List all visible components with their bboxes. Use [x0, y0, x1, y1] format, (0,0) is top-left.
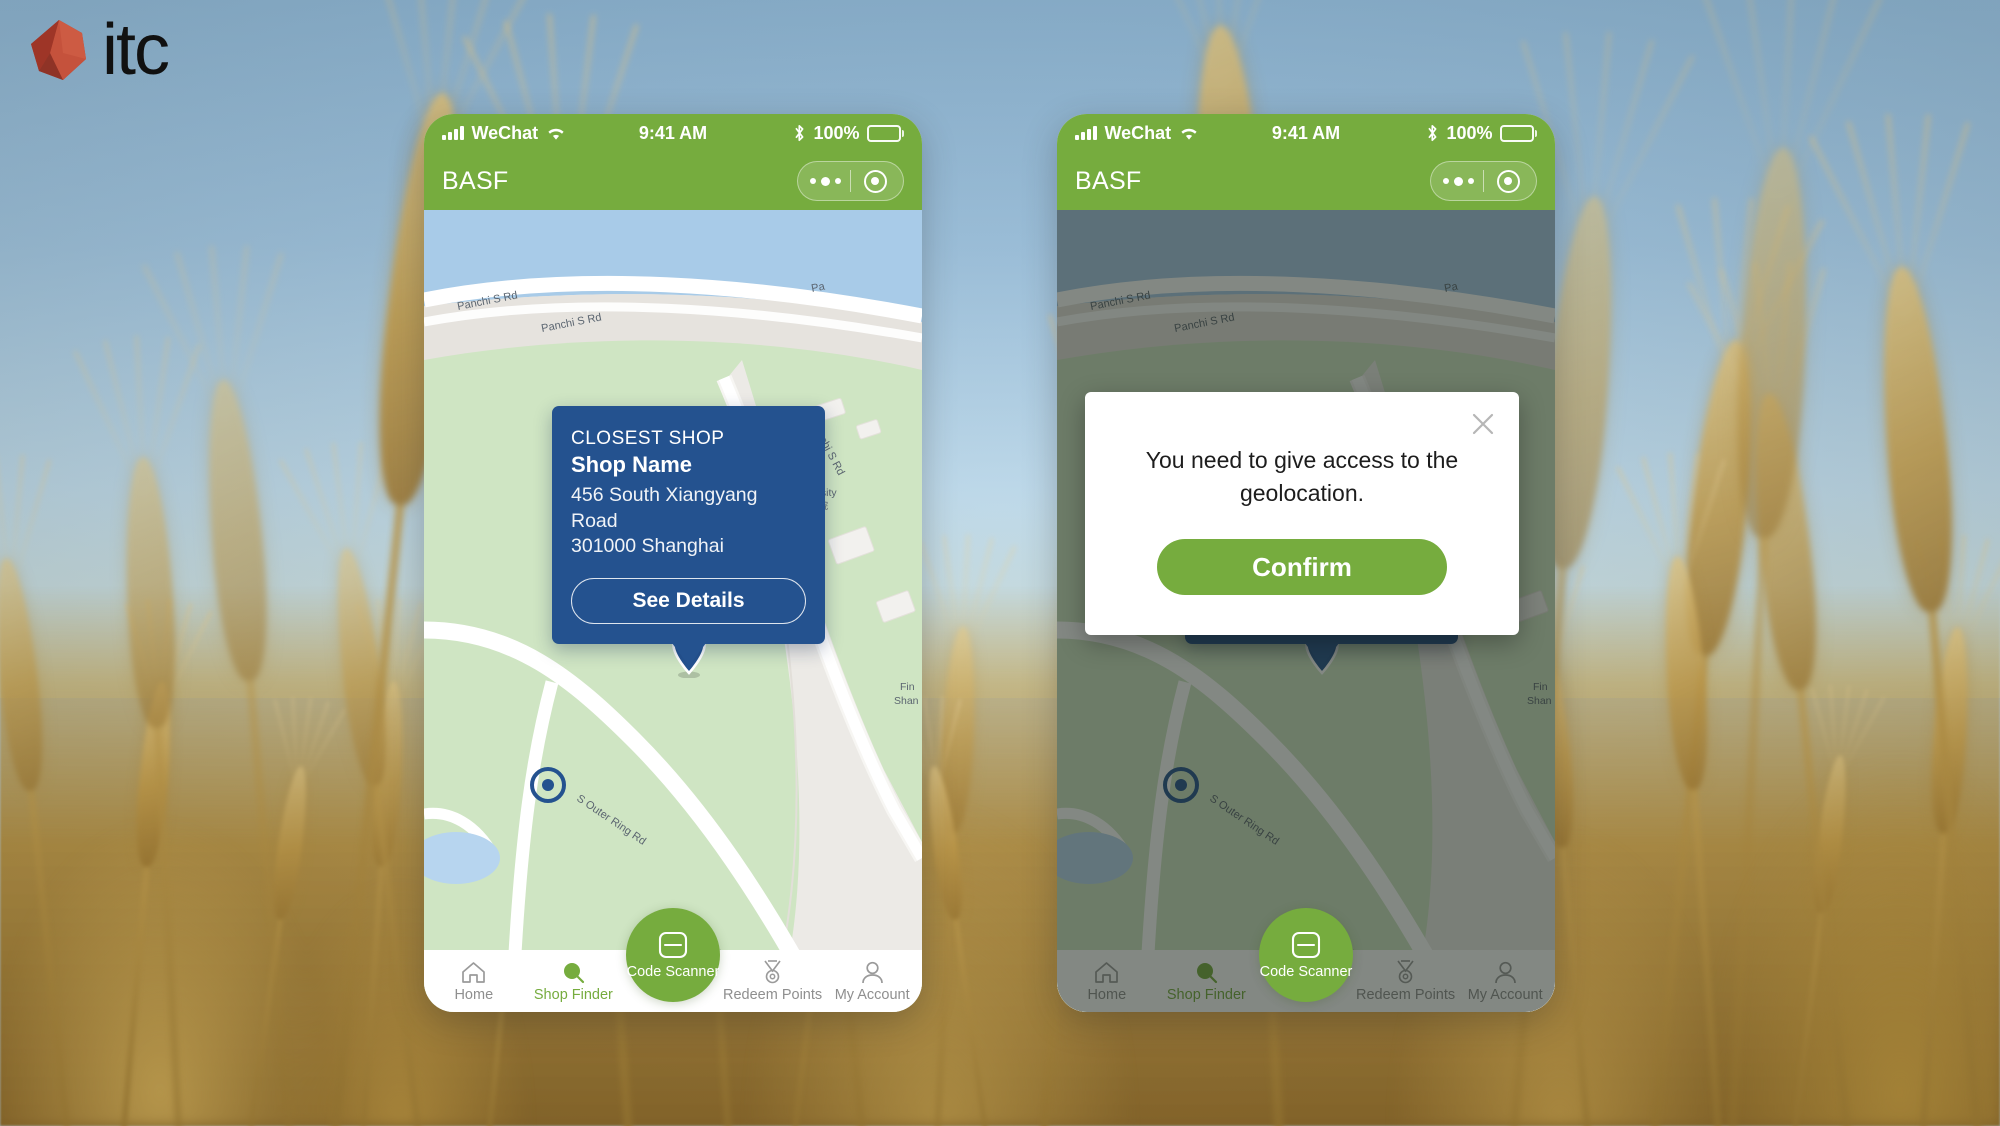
- search-pin-icon: [561, 959, 586, 984]
- itc-logo: itc: [30, 14, 168, 86]
- app-title: BASF: [442, 167, 509, 196]
- close-miniapp-button[interactable]: [1484, 161, 1532, 201]
- background-photo: [0, 0, 2000, 1126]
- ellipsis-icon: [810, 177, 841, 186]
- closest-shop-card: CLOSEST SHOP Shop Name 456 South Xiangya…: [552, 406, 825, 644]
- vignette-layer: [0, 0, 2000, 1126]
- see-details-button[interactable]: See Details: [571, 578, 806, 624]
- card-kicker: CLOSEST SHOP: [571, 428, 806, 450]
- close-x-icon[interactable]: [1469, 410, 1497, 438]
- card-shop-name: Shop Name: [571, 452, 806, 478]
- current-location-icon[interactable]: [529, 766, 567, 804]
- status-bar-right: 100%: [793, 123, 904, 144]
- map-canvas[interactable]: Panchi S Rd Panchi S Rd Pa Panchi S Rd S…: [424, 210, 922, 1012]
- battery-percent-label: 100%: [813, 123, 859, 144]
- tab-redeem-points-label: Redeem Points: [723, 987, 822, 1003]
- tab-redeem-points[interactable]: Redeem Points: [723, 950, 823, 1012]
- more-menu-button[interactable]: [1435, 161, 1483, 201]
- bluetooth-icon: [793, 124, 806, 142]
- carrier-label: WeChat: [472, 123, 539, 144]
- status-bar-left: WeChat: [442, 123, 566, 144]
- battery-full-icon: [867, 125, 905, 142]
- status-bar: WeChat 9:41 AM 100%: [1057, 114, 1555, 152]
- status-bar-right: 100%: [1426, 123, 1537, 144]
- app-navbar: BASF: [1057, 152, 1555, 210]
- code-scanner-button[interactable]: Code Scanner: [1259, 908, 1353, 1002]
- tab-home[interactable]: Home: [424, 950, 524, 1012]
- target-circle-icon: [864, 170, 887, 193]
- target-circle-icon: [1497, 170, 1520, 193]
- tab-home-label: Home: [454, 987, 493, 1003]
- itc-wordmark: itc: [102, 14, 168, 86]
- tab-shop-finder-label: Shop Finder: [534, 987, 613, 1003]
- barcode-scan-icon: [657, 930, 689, 960]
- signal-bars-icon: [1075, 126, 1097, 140]
- card-address-line-2: 301000 Shanghai: [571, 534, 806, 560]
- polygon-gem-icon: [30, 19, 88, 81]
- wechat-capsule: [797, 161, 905, 201]
- phone-geolocation-permission: WeChat 9:41 AM 100% BASF You need to giv…: [1057, 114, 1555, 1012]
- wifi-icon: [1179, 126, 1199, 141]
- code-scanner-label: Code Scanner: [627, 964, 720, 980]
- card-address-line-1: 456 South Xiangyang Road: [571, 483, 806, 534]
- barcode-scan-icon: [1290, 930, 1322, 960]
- modal-message: You need to give access to the geolocati…: [1135, 444, 1469, 509]
- status-bar: WeChat 9:41 AM 100%: [424, 114, 922, 152]
- wechat-capsule: [1430, 161, 1538, 201]
- bluetooth-icon: [1426, 124, 1439, 142]
- home-icon: [461, 959, 486, 984]
- ellipsis-icon: [1443, 177, 1474, 186]
- medal-icon: [760, 959, 785, 984]
- phone-shop-finder: WeChat 9:41 AM 100% BASF Panchi S Rd Pan…: [424, 114, 922, 1012]
- person-icon: [860, 959, 885, 984]
- map-place-label: Shan: [894, 695, 919, 707]
- confirm-button[interactable]: Confirm: [1157, 539, 1447, 595]
- battery-percent-label: 100%: [1446, 123, 1492, 144]
- app-title: BASF: [1075, 167, 1142, 196]
- tab-my-account-label: My Account: [835, 987, 910, 1003]
- app-navbar: BASF: [424, 152, 922, 210]
- tab-my-account[interactable]: My Account: [822, 950, 922, 1012]
- battery-full-icon: [1500, 125, 1538, 142]
- code-scanner-button[interactable]: Code Scanner: [626, 908, 720, 1002]
- code-scanner-label: Code Scanner: [1260, 964, 1353, 980]
- geolocation-permission-modal: You need to give access to the geolocati…: [1085, 392, 1519, 635]
- close-miniapp-button[interactable]: [851, 161, 899, 201]
- wifi-icon: [546, 126, 566, 141]
- tab-shop-finder[interactable]: Shop Finder: [524, 950, 624, 1012]
- status-bar-left: WeChat: [1075, 123, 1199, 144]
- map-place-label: Fin: [900, 681, 915, 693]
- more-menu-button[interactable]: [802, 161, 850, 201]
- signal-bars-icon: [442, 126, 464, 140]
- carrier-label: WeChat: [1105, 123, 1172, 144]
